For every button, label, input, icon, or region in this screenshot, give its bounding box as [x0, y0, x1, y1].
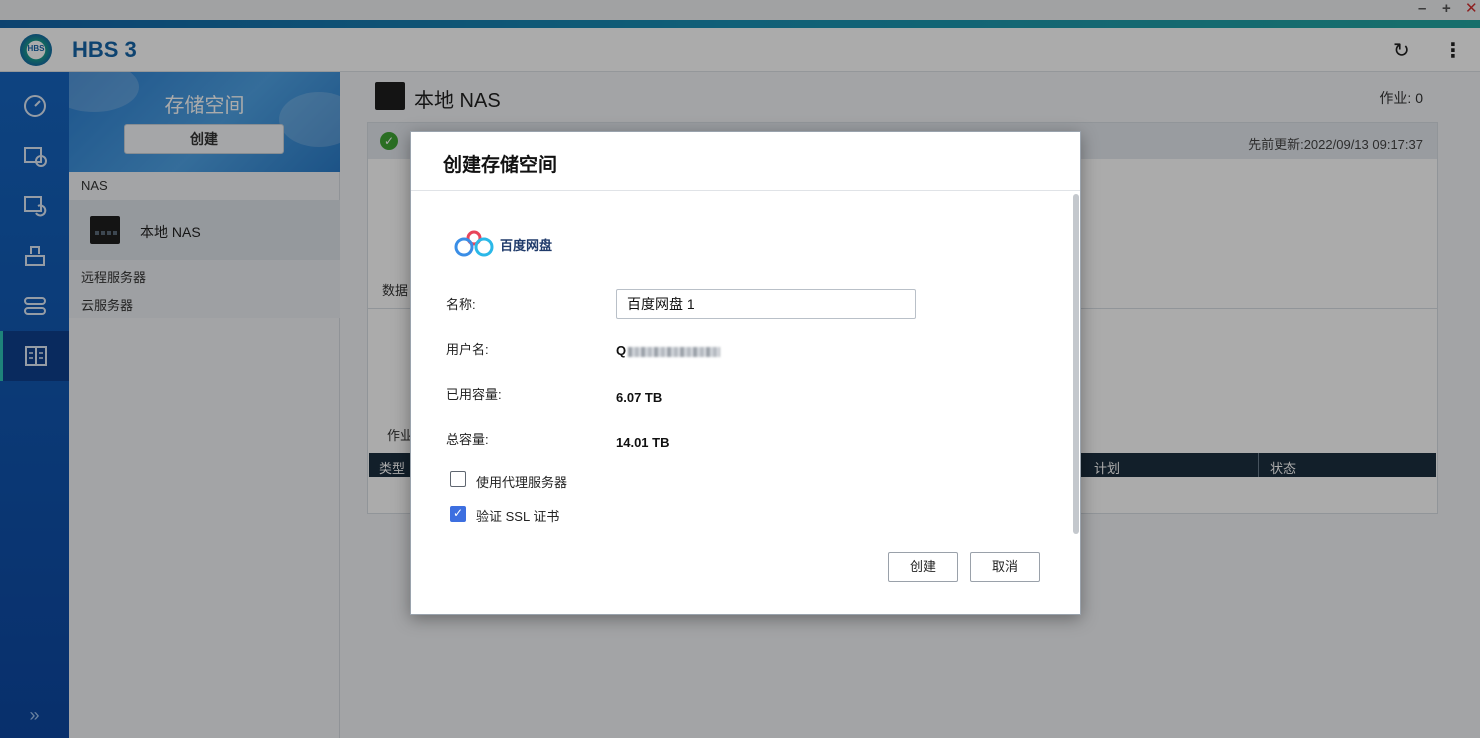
total-capacity-label: 总容量: [446, 432, 489, 447]
dialog-title: 创建存储空间 [443, 155, 558, 176]
username-label: 用户名: [446, 342, 489, 357]
baidu-netdisk-icon [454, 230, 494, 257]
proxy-checkbox-label[interactable]: 使用代理服务器 [476, 472, 567, 491]
redacted-username [628, 346, 721, 357]
ssl-checkbox[interactable]: ✓ [450, 506, 466, 522]
name-label: 名称: [446, 297, 476, 312]
service-name: 百度网盘 [500, 238, 553, 253]
create-button[interactable]: 创建 [888, 552, 958, 582]
username-visible: Q [616, 343, 627, 358]
cancel-button[interactable]: 取消 [970, 552, 1040, 582]
dialog-divider [411, 190, 1080, 191]
used-capacity-label: 已用容量: [446, 387, 502, 402]
dialog-scrollbar[interactable] [1073, 194, 1079, 534]
used-capacity-value: 6.07 TB [616, 390, 663, 405]
total-capacity-value: 14.01 TB [616, 435, 670, 450]
ssl-checkbox-label[interactable]: 验证 SSL 证书 [476, 506, 559, 525]
name-input[interactable] [616, 289, 916, 319]
proxy-checkbox[interactable] [450, 471, 466, 487]
username-value: Q [616, 343, 721, 358]
create-storage-dialog: 创建存储空间 百度网盘 名称: 用户名: Q 已用容量: 6.07 TB 总容量… [410, 131, 1081, 615]
